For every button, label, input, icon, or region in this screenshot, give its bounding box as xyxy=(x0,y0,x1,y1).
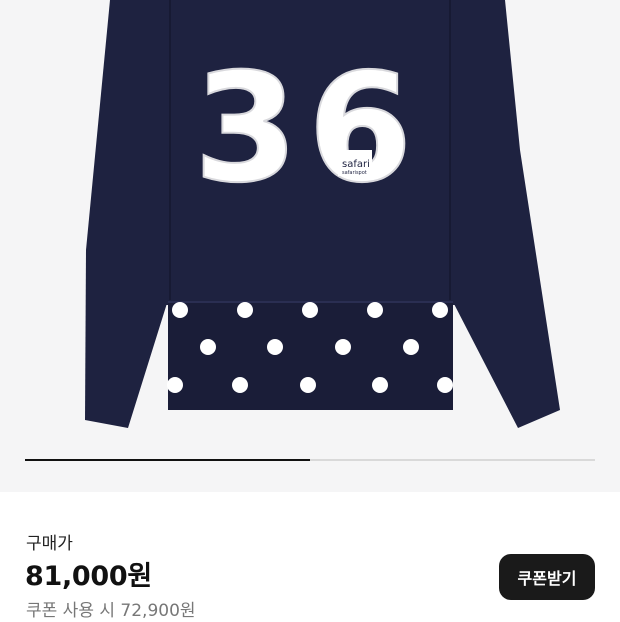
price-value: 81,000원 xyxy=(25,561,152,592)
polka-dot xyxy=(172,302,188,318)
polka-dot xyxy=(200,339,216,355)
gallery-progress-indicator xyxy=(25,459,310,461)
polka-dot xyxy=(437,377,453,393)
polka-dot xyxy=(372,377,388,393)
polka-dot xyxy=(367,302,383,318)
polka-dot-hem xyxy=(167,301,453,410)
coupon-price-text: 쿠폰 사용 시 72,900원 xyxy=(26,601,196,621)
polka-dot xyxy=(302,302,318,318)
jersey-number: 36 xyxy=(194,42,423,216)
polka-dot xyxy=(300,377,316,393)
polka-dot xyxy=(237,302,253,318)
polka-dot xyxy=(232,377,248,393)
price-label: 구매가 xyxy=(26,534,73,554)
brand-sublabel: safarispot xyxy=(342,170,367,176)
polka-dot xyxy=(267,339,283,355)
sweatshirt-illustration: 36 safari safarispot xyxy=(85,0,560,428)
polka-dot xyxy=(167,377,183,393)
product-image[interactable]: 36 safari safarispot xyxy=(0,0,620,492)
brand-label: safari xyxy=(342,159,370,170)
gallery-progress-track xyxy=(25,459,595,461)
polka-dot xyxy=(432,302,448,318)
get-coupon-button[interactable]: 쿠폰받기 xyxy=(499,554,595,600)
polka-dot xyxy=(335,339,351,355)
polka-dot xyxy=(403,339,419,355)
